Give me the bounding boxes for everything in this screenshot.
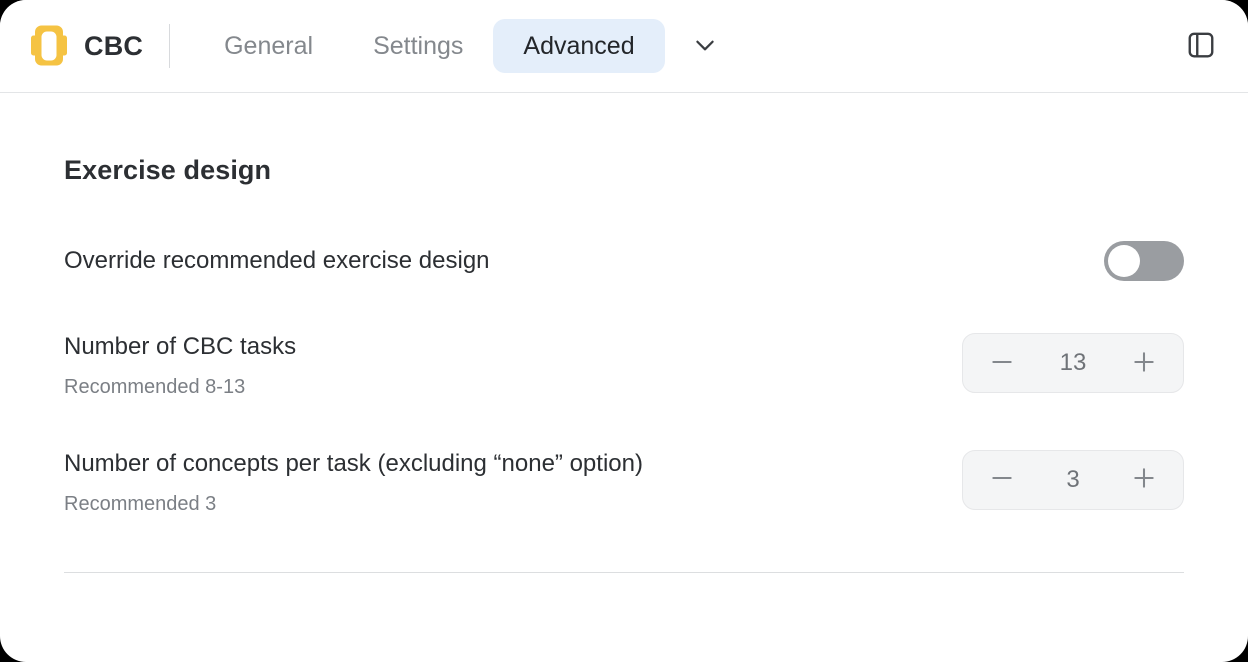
decrement-concepts-button[interactable] bbox=[985, 463, 1019, 497]
tab-advanced[interactable]: Advanced bbox=[493, 18, 665, 74]
setting-label: Override recommended exercise design bbox=[64, 246, 490, 274]
setting-text: Override recommended exercise design bbox=[64, 247, 1080, 276]
concepts-per-task-value[interactable]: 3 bbox=[1019, 466, 1127, 494]
setting-recommendation: Recommended 3 bbox=[64, 492, 217, 515]
sidebar-panel-icon bbox=[1186, 30, 1216, 63]
setting-control: 3 bbox=[962, 449, 1184, 510]
chevron-down-icon bbox=[692, 32, 718, 61]
app-window: CBC General Settings Advanced Exercise d… bbox=[0, 0, 1248, 662]
minus-icon bbox=[989, 349, 1015, 378]
increment-tasks-button[interactable] bbox=[1127, 346, 1161, 380]
tab-settings[interactable]: Settings bbox=[343, 19, 493, 74]
increment-concepts-button[interactable] bbox=[1127, 463, 1161, 497]
header-divider bbox=[169, 24, 171, 68]
setting-label: Number of concepts per task (excluding “… bbox=[64, 449, 643, 477]
section-divider bbox=[64, 571, 1184, 573]
tab-general[interactable]: General bbox=[194, 19, 343, 74]
number-of-tasks-value[interactable]: 13 bbox=[1019, 349, 1127, 377]
setting-label: Number of CBC tasks bbox=[64, 333, 297, 360]
setting-text: Number of concepts per task (excluding “… bbox=[64, 450, 938, 516]
setting-row-number-of-tasks: Number of CBC tasks Recommended 8-13 13 bbox=[64, 333, 1184, 399]
override-design-toggle[interactable] bbox=[1104, 241, 1184, 281]
app-header: CBC General Settings Advanced bbox=[0, 0, 1248, 93]
brand: CBC bbox=[30, 24, 143, 68]
concepts-per-task-stepper: 3 bbox=[962, 449, 1184, 510]
plus-icon bbox=[1131, 349, 1157, 378]
page-title: Exercise design bbox=[64, 155, 272, 185]
setting-control bbox=[1104, 241, 1184, 281]
brand-name: CBC bbox=[84, 30, 144, 61]
setting-row-concepts-per-task: Number of concepts per task (excluding “… bbox=[64, 449, 1184, 516]
settings-content: Exercise design Override recommended exe… bbox=[0, 155, 1248, 573]
setting-text: Number of CBC tasks Recommended 8-13 bbox=[64, 333, 938, 399]
setting-recommendation: Recommended 8-13 bbox=[64, 375, 246, 398]
tabs-overflow-button[interactable] bbox=[683, 24, 727, 68]
minus-icon bbox=[989, 465, 1015, 494]
setting-row-override-design: Override recommended exercise design bbox=[64, 238, 1184, 284]
toggle-knob bbox=[1108, 245, 1140, 277]
plus-icon bbox=[1131, 465, 1157, 494]
decrement-tasks-button[interactable] bbox=[985, 346, 1019, 380]
number-of-tasks-stepper: 13 bbox=[962, 333, 1184, 393]
cbc-logo-icon bbox=[30, 24, 68, 68]
sidebar-panel-toggle-button[interactable] bbox=[1178, 23, 1224, 69]
nav-tabs: General Settings Advanced bbox=[194, 18, 1178, 74]
setting-control: 13 bbox=[962, 333, 1184, 393]
